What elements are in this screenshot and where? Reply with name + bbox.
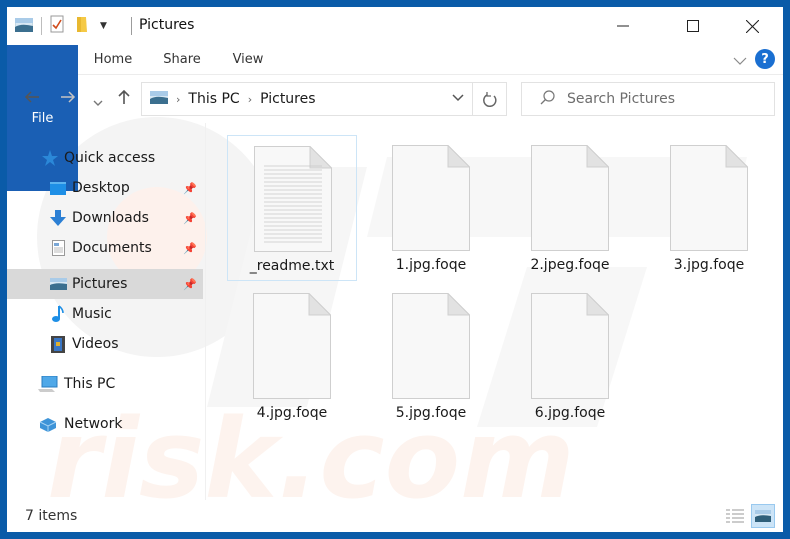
status-bar: 7 items: [7, 500, 783, 532]
search-icon: [540, 89, 555, 109]
file-name: 4.jpg.foqe: [256, 405, 328, 421]
text-file-icon: [254, 146, 332, 252]
nav-item-label: This PC: [64, 376, 116, 392]
window-title: Pictures: [139, 17, 195, 33]
film-icon: [49, 335, 67, 353]
nav-item-desktop[interactable]: Desktop 📌: [7, 173, 203, 203]
computer-icon: [37, 375, 59, 393]
nav-item-pictures[interactable]: Pictures 📌: [7, 269, 203, 299]
nav-item-label: Quick access: [64, 150, 156, 166]
tab-share[interactable]: Share: [157, 45, 207, 73]
nav-item-music[interactable]: Music: [7, 299, 203, 329]
nav-item-label: Desktop: [72, 180, 130, 196]
nav-item-label: Network: [64, 416, 123, 432]
title-bar: ▼ Pictures: [7, 7, 783, 45]
pictures-app-icon: [14, 17, 34, 36]
item-count: 7 items: [25, 508, 78, 524]
nav-item-quick-access[interactable]: Quick access: [7, 143, 203, 173]
file-item[interactable]: 3.jpg.foqe: [644, 135, 774, 281]
nav-item-label: Downloads: [72, 210, 149, 226]
nav-item-documents[interactable]: Documents 📌: [7, 233, 203, 263]
pictures-location-icon: [150, 90, 168, 108]
blank-file-icon: [531, 145, 609, 251]
nav-item-label: Documents: [72, 240, 152, 256]
navigation-pane: Quick access Desktop 📌 Downloads 📌 Docum…: [7, 123, 205, 500]
file-item[interactable]: 4.jpg.foqe: [227, 283, 357, 429]
pin-icon[interactable]: 📌: [183, 242, 197, 255]
ribbon-tabs: File Home Share View ?: [7, 45, 783, 191]
customize-toolbar-dropdown-icon[interactable]: ▼: [100, 21, 107, 31]
details-view-button[interactable]: [723, 504, 747, 528]
file-item[interactable]: 6.jpg.foqe: [505, 283, 635, 429]
pin-icon[interactable]: 📌: [183, 182, 197, 195]
file-name: 1.jpg.foqe: [395, 257, 467, 273]
tab-home[interactable]: Home: [87, 45, 139, 73]
file-explorer-window: risk.com ▼ Pictures File Home Share View…: [7, 7, 783, 532]
network-icon: [37, 415, 59, 433]
back-arrow-icon[interactable]: [24, 89, 40, 108]
pin-icon[interactable]: 📌: [183, 212, 197, 225]
new-folder-icon[interactable]: [76, 15, 88, 37]
forward-arrow-icon[interactable]: [60, 89, 76, 108]
file-name: 6.jpg.foqe: [534, 405, 606, 421]
refresh-button[interactable]: [473, 82, 507, 116]
properties-icon[interactable]: [50, 15, 64, 37]
large-icons-view-icon: [755, 510, 771, 522]
large-icons-view-button[interactable]: [751, 504, 775, 528]
nav-item-downloads[interactable]: Downloads 📌: [7, 203, 203, 233]
breadcrumb-separator-icon: ›: [176, 92, 181, 106]
maximize-button[interactable]: [670, 7, 716, 45]
file-name: 5.jpg.foqe: [395, 405, 467, 421]
expand-ribbon-chevron-icon[interactable]: [733, 50, 747, 69]
download-arrow-icon: [49, 209, 67, 227]
nav-item-videos[interactable]: Videos: [7, 329, 203, 359]
search-input[interactable]: Search Pictures: [567, 91, 675, 107]
file-item[interactable]: 1.jpg.foqe: [366, 135, 496, 281]
blank-file-icon: [253, 293, 331, 399]
file-name: 2.jpeg.foqe: [530, 257, 610, 273]
address-history-chevron-icon[interactable]: [452, 91, 464, 105]
nav-item-label: Pictures: [72, 276, 128, 292]
file-name: _readme.txt: [249, 258, 335, 274]
close-button[interactable]: [729, 7, 775, 45]
refresh-icon: [482, 91, 497, 107]
breadcrumb-pictures[interactable]: Pictures: [260, 91, 315, 107]
navigation-bar: › This PC › Pictures Search Pictures: [7, 77, 783, 121]
blank-file-icon: [392, 145, 470, 251]
pin-icon[interactable]: 📌: [183, 278, 197, 291]
blank-file-icon: [670, 145, 748, 251]
tab-view[interactable]: View: [225, 45, 271, 73]
document-icon: [49, 239, 67, 257]
nav-item-label: Videos: [72, 336, 119, 352]
minimize-button[interactable]: [600, 7, 646, 45]
up-arrow-icon[interactable]: [117, 89, 131, 109]
nav-item-this-pc[interactable]: This PC: [7, 369, 203, 399]
nav-item-network[interactable]: Network: [7, 409, 203, 439]
blank-file-icon: [531, 293, 609, 399]
file-name: 3.jpg.foqe: [673, 257, 745, 273]
file-view: _readme.txt 1.jpg.foqe 2.jpeg.foqe 3.jpg…: [206, 123, 783, 500]
desktop-icon: [49, 179, 67, 197]
file-item[interactable]: 5.jpg.foqe: [366, 283, 496, 429]
details-view-icon: [726, 509, 744, 523]
help-button[interactable]: ?: [755, 49, 775, 69]
nav-item-label: Music: [72, 306, 112, 322]
music-note-icon: [49, 305, 67, 323]
pictures-icon: [49, 275, 67, 293]
blank-file-icon: [392, 293, 470, 399]
breadcrumb-separator-icon: ›: [247, 92, 253, 106]
search-box[interactable]: Search Pictures: [521, 82, 775, 116]
breadcrumb-this-pc[interactable]: This PC: [188, 91, 239, 107]
star-icon: [41, 149, 59, 167]
file-item[interactable]: _readme.txt: [227, 135, 357, 281]
recent-locations-chevron-icon[interactable]: [93, 92, 103, 111]
file-item[interactable]: 2.jpeg.foqe: [505, 135, 635, 281]
address-bar[interactable]: › This PC › Pictures: [141, 82, 473, 116]
quick-access-toolbar: ▼: [14, 15, 107, 37]
